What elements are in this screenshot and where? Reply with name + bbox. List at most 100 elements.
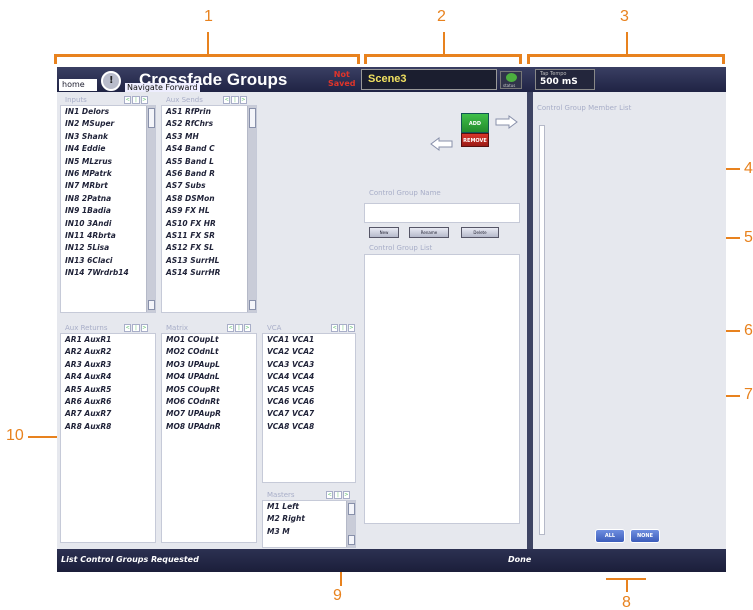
vca-list[interactable]: VCA1 VCA1 VCA2 VCA2 VCA3 VCA3 VCA4 VCA4 … <box>262 333 356 483</box>
scroll-mid-icon[interactable]: | <box>235 324 243 332</box>
scroll-mid-icon[interactable]: | <box>339 324 347 332</box>
rename-button[interactable]: Rename <box>409 227 449 238</box>
list-item[interactable]: MO2 COdnLt <box>162 346 256 358</box>
control-group-list[interactable] <box>364 254 520 524</box>
list-item[interactable]: IN5 MLzrus <box>61 156 155 168</box>
list-item[interactable]: M3 M <box>263 526 355 538</box>
list-item[interactable]: AS6 Band R <box>162 168 256 180</box>
list-item[interactable]: IN8 2Patna <box>61 193 155 205</box>
status-indicator[interactable]: status <box>500 71 522 89</box>
list-item[interactable]: IN3 Shank <box>61 131 155 143</box>
aux-returns-scroll-buttons[interactable]: < | > <box>124 324 148 332</box>
list-item[interactable]: AR1 AuxR1 <box>61 334 155 346</box>
list-item[interactable]: VCA4 VCA4 <box>263 371 355 383</box>
scroll-right-icon[interactable]: > <box>140 324 148 332</box>
list-item[interactable]: IN7 MRbrt <box>61 180 155 192</box>
scroll-right-icon[interactable]: > <box>342 491 350 499</box>
masters-scrollbar[interactable] <box>346 501 355 547</box>
list-item[interactable]: AS4 Band C <box>162 143 256 155</box>
scroll-mid-icon[interactable]: | <box>132 96 140 104</box>
scroll-right-icon[interactable]: > <box>243 324 251 332</box>
list-item[interactable]: AS9 FX HL <box>162 205 256 217</box>
scene-name[interactable]: Scene3 <box>361 69 497 90</box>
vca-scroll-buttons[interactable]: < | > <box>331 324 355 332</box>
delete-button[interactable]: Delete <box>461 227 499 238</box>
list-item[interactable]: MO5 COupRt <box>162 384 256 396</box>
scroll-right-icon[interactable]: > <box>140 96 148 104</box>
select-none-button[interactable]: NONE <box>630 529 660 543</box>
list-item[interactable]: MO6 COdnRt <box>162 396 256 408</box>
list-item[interactable]: AS12 FX SL <box>162 242 256 254</box>
list-item[interactable]: VCA2 VCA2 <box>263 346 355 358</box>
list-item[interactable]: AS5 Band L <box>162 156 256 168</box>
scroll-left-icon[interactable]: < <box>227 324 235 332</box>
list-item[interactable]: IN10 3Andi <box>61 218 155 230</box>
aux-sends-list[interactable]: AS1 RfPrin AS2 RfChrs AS3 MH AS4 Band C … <box>161 105 257 313</box>
list-item[interactable]: IN2 MSuper <box>61 118 155 130</box>
scroll-thumb[interactable] <box>148 108 155 128</box>
home-button[interactable]: home <box>59 79 97 91</box>
list-item[interactable]: MO8 UPAdnR <box>162 421 256 433</box>
list-item[interactable]: IN1 Delors <box>61 106 155 118</box>
list-item[interactable]: IN4 Eddie <box>61 143 155 155</box>
list-item[interactable]: AR7 AuxR7 <box>61 408 155 420</box>
list-item[interactable]: VCA6 VCA6 <box>263 396 355 408</box>
list-item[interactable]: AS13 SurrHL <box>162 255 256 267</box>
scroll-left-icon[interactable]: < <box>223 96 231 104</box>
scroll-down-button[interactable] <box>249 300 256 310</box>
list-item[interactable]: AS14 SurrHR <box>162 267 256 279</box>
matrix-list[interactable]: MO1 COupLt MO2 COdnLt MO3 UPAupL MO4 UPA… <box>161 333 257 543</box>
scroll-left-icon[interactable]: < <box>124 96 132 104</box>
list-item[interactable]: MO7 UPAupR <box>162 408 256 420</box>
list-item[interactable]: AS11 FX SR <box>162 230 256 242</box>
list-item[interactable]: IN6 MPatrk <box>61 168 155 180</box>
scroll-left-icon[interactable]: < <box>331 324 339 332</box>
list-item[interactable]: AR3 AuxR3 <box>61 359 155 371</box>
inputs-scrollbar[interactable] <box>146 106 155 312</box>
list-item[interactable]: VCA5 VCA5 <box>263 384 355 396</box>
scroll-left-icon[interactable]: < <box>124 324 132 332</box>
list-item[interactable]: AS1 RfPrin <box>162 106 256 118</box>
list-item[interactable]: M2 Right <box>263 513 355 525</box>
list-item[interactable]: VCA7 VCA7 <box>263 408 355 420</box>
scroll-right-icon[interactable]: > <box>347 324 355 332</box>
scroll-down-button[interactable] <box>148 300 155 310</box>
list-item[interactable]: MO1 COupLt <box>162 334 256 346</box>
aux-sends-scroll-buttons[interactable]: < | > <box>223 96 247 104</box>
scroll-right-icon[interactable]: > <box>239 96 247 104</box>
scroll-left-icon[interactable]: < <box>326 491 334 499</box>
matrix-scroll-buttons[interactable]: < | > <box>227 324 251 332</box>
list-item[interactable]: AR5 AuxR5 <box>61 384 155 396</box>
list-item[interactable]: AS3 MH <box>162 131 256 143</box>
list-item[interactable]: AR4 AuxR4 <box>61 371 155 383</box>
list-item[interactable]: AS8 DSMon <box>162 193 256 205</box>
select-all-button[interactable]: ALL <box>595 529 625 543</box>
list-item[interactable]: VCA3 VCA3 <box>263 359 355 371</box>
list-item[interactable]: VCA8 VCA8 <box>263 421 355 433</box>
scroll-thumb[interactable] <box>348 503 355 515</box>
control-group-name-input[interactable] <box>364 203 520 223</box>
list-item[interactable]: IN14 7Wrdrb14 <box>61 267 155 279</box>
scroll-thumb[interactable] <box>249 108 256 128</box>
list-item[interactable]: MO3 UPAupL <box>162 359 256 371</box>
list-item[interactable]: IN13 6Claci <box>61 255 155 267</box>
masters-scroll-buttons[interactable]: < | > <box>326 491 350 499</box>
list-item[interactable]: IN12 5Lisa <box>61 242 155 254</box>
list-item[interactable]: M1 Left <box>263 501 355 513</box>
inputs-scroll-buttons[interactable]: < | > <box>124 96 148 104</box>
scroll-mid-icon[interactable]: | <box>334 491 342 499</box>
list-item[interactable]: AS10 FX HR <box>162 218 256 230</box>
remove-button[interactable]: REMOVE <box>461 133 489 147</box>
list-item[interactable]: IN9 1Badia <box>61 205 155 217</box>
add-button[interactable]: ADD <box>461 113 489 133</box>
masters-list[interactable]: M1 Left M2 Right M3 M <box>262 500 356 548</box>
list-item[interactable]: AS2 RfChrs <box>162 118 256 130</box>
scroll-mid-icon[interactable]: | <box>231 96 239 104</box>
list-item[interactable]: AS7 Subs <box>162 180 256 192</box>
member-list[interactable] <box>539 125 545 535</box>
list-item[interactable]: AR8 AuxR8 <box>61 421 155 433</box>
inputs-list[interactable]: IN1 Delors IN2 MSuper IN3 Shank IN4 Eddi… <box>60 105 156 313</box>
list-item[interactable]: IN11 4Rbrta <box>61 230 155 242</box>
aux-returns-list[interactable]: AR1 AuxR1 AR2 AuxR2 AR3 AuxR3 AR4 AuxR4 … <box>60 333 156 543</box>
list-item[interactable]: AR2 AuxR2 <box>61 346 155 358</box>
